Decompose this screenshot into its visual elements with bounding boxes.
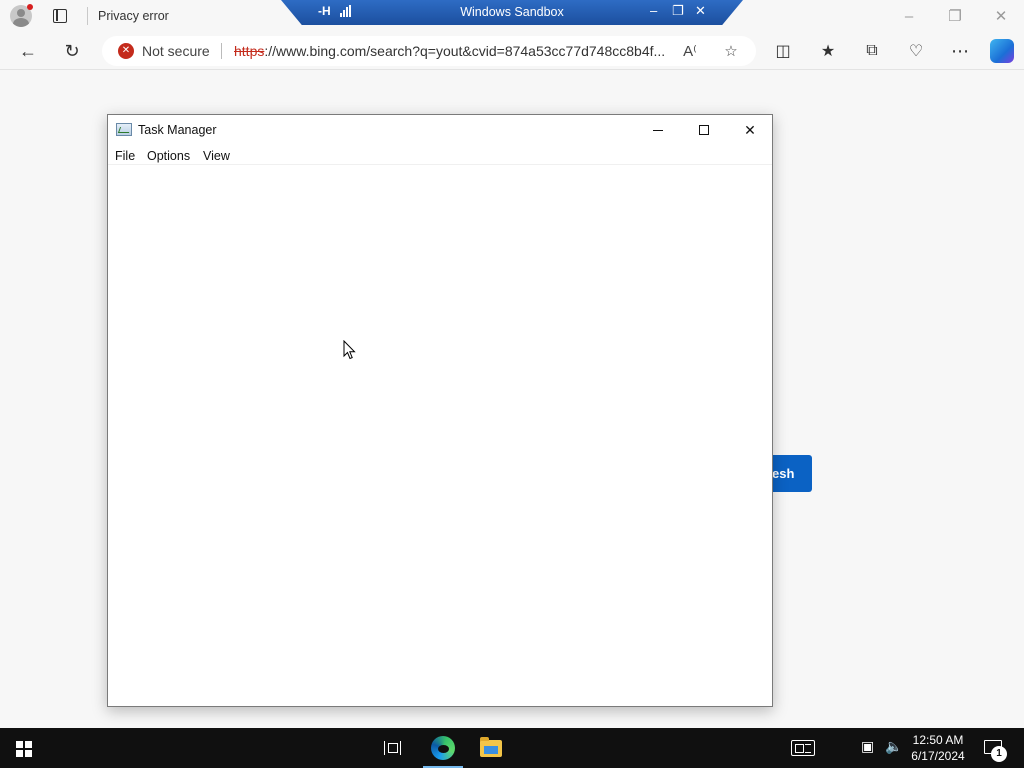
browser-restore-button[interactable]: ❐: [942, 4, 968, 28]
notification-count-badge: 1: [991, 746, 1007, 762]
browser-minimize-button[interactable]: –: [896, 4, 922, 28]
tab-divider: [87, 7, 88, 25]
url-scheme: https: [234, 43, 265, 59]
taskbar: ▣ 🔈 12:50 AM 6/17/2024 1: [0, 728, 1024, 768]
collections-button[interactable]: ⧉: [858, 38, 886, 64]
clock-time: 12:50 AM: [912, 733, 964, 747]
browser-close-button[interactable]: ✕: [988, 4, 1014, 28]
task-manager-app-icon: [116, 123, 132, 136]
sandbox-close-button[interactable]: ✕: [695, 3, 706, 19]
task-view-icon: [383, 741, 401, 755]
favorites-button[interactable]: ★: [814, 38, 842, 64]
favorite-star-icon[interactable]: ☆: [721, 41, 741, 61]
restore-icon: ❐: [672, 3, 684, 18]
task-manager-titlebar[interactable]: Task Manager ✕: [108, 115, 772, 145]
mouse-cursor-icon: [343, 340, 356, 360]
maximize-icon: [699, 125, 709, 135]
close-icon: ✕: [994, 8, 1008, 25]
back-button[interactable]: ←: [14, 38, 42, 64]
pin-icon[interactable]: -H: [318, 4, 331, 18]
menu-bar: File Options View: [108, 145, 772, 165]
taskbar-edge[interactable]: [419, 728, 467, 768]
collections-icon: ⧉: [866, 42, 878, 59]
copilot-icon[interactable]: [990, 39, 1014, 63]
read-aloud-icon[interactable]: A⁽: [680, 41, 700, 61]
connection-signal-icon: [340, 5, 352, 17]
address-bar[interactable]: ✕ Not secure https://www.bing.com/search…: [102, 36, 756, 66]
menu-view[interactable]: View: [203, 149, 230, 163]
tab-title[interactable]: Privacy error: [98, 9, 169, 23]
close-button[interactable]: ✕: [727, 115, 773, 145]
minimize-icon: [653, 129, 663, 131]
minimize-icon: –: [650, 3, 658, 18]
maximize-button[interactable]: [681, 115, 727, 145]
back-arrow-icon: ←: [19, 40, 37, 61]
taskbar-file-explorer[interactable]: [467, 728, 515, 768]
address-divider: [221, 43, 222, 59]
file-explorer-icon: [480, 736, 502, 757]
split-screen-button[interactable]: ◫: [769, 38, 797, 64]
sandbox-restore-button[interactable]: ❐: [672, 3, 684, 19]
more-dots-icon: ⋯: [951, 40, 969, 61]
network-icon[interactable]: ▣: [861, 738, 874, 755]
error-icon[interactable]: ✕: [118, 43, 134, 59]
refresh-icon: ↻: [64, 40, 80, 61]
split-screen-icon: ◫: [775, 43, 791, 60]
restore-icon: ❐: [948, 8, 962, 25]
url-path: ://www.bing.com/search?q=yout&cvid=874a5…: [264, 43, 666, 59]
sandbox-minimize-button[interactable]: –: [650, 3, 657, 18]
favorites-icon: ★: [820, 43, 836, 60]
settings-more-button[interactable]: ⋯: [946, 38, 974, 64]
minimize-button[interactable]: [635, 115, 681, 145]
tab-actions-icon[interactable]: [53, 9, 67, 23]
window-title: Task Manager: [138, 123, 217, 137]
volume-icon[interactable]: 🔈: [885, 738, 902, 755]
menu-options[interactable]: Options: [147, 149, 190, 163]
heartbeat-icon: ♡: [908, 43, 924, 60]
menu-file[interactable]: File: [115, 149, 135, 163]
minimize-icon: –: [904, 7, 914, 25]
profile-notification-dot: [27, 4, 33, 10]
browser-toolbar: ← ↻ ✕ Not secure https://www.bing.com/se…: [0, 32, 1024, 70]
url-text[interactable]: https://www.bing.com/search?q=yout&cvid=…: [234, 43, 672, 59]
refresh-button[interactable]: ↻: [58, 38, 86, 64]
close-icon: ✕: [695, 3, 706, 18]
news-widget-icon[interactable]: [791, 740, 815, 756]
close-icon: ✕: [744, 121, 756, 138]
security-label[interactable]: Not secure: [142, 43, 210, 59]
browser-essentials-button[interactable]: ♡: [902, 38, 930, 64]
task-manager-content: [108, 166, 772, 706]
task-view-button[interactable]: [368, 728, 416, 768]
windows-start-icon[interactable]: [16, 741, 32, 757]
system-clock[interactable]: 12:50 AM 6/17/2024: [905, 732, 971, 764]
task-manager-window: Task Manager ✕ File Options View: [107, 114, 773, 707]
clock-date: 6/17/2024: [911, 749, 965, 763]
edge-browser-icon: [431, 736, 455, 760]
